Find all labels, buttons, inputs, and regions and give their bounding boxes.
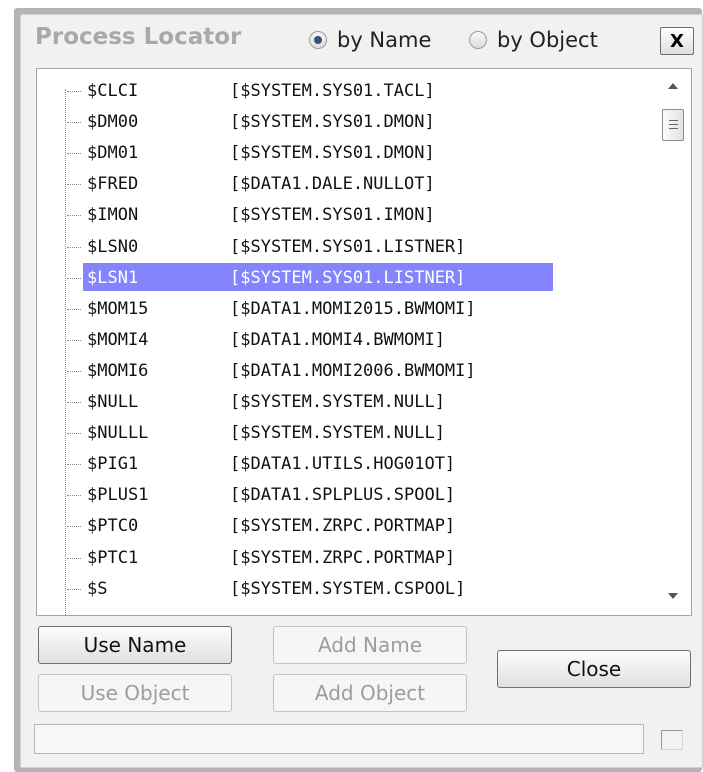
process-name: $PIG1	[87, 454, 139, 475]
list-item[interactable]: $CLCI [$SYSTEM.SYS01.TACL]	[37, 76, 657, 106]
list-item[interactable]: $PTC1 [$SYSTEM.ZRPC.PORTMAP]	[37, 543, 657, 573]
tree-connector	[67, 308, 81, 310]
process-name: $NULL	[87, 392, 139, 412]
process-path: [$SYSTEM.SYS01.LISTNER]	[230, 267, 466, 288]
list-item[interactable]: $PTC0 [$SYSTEM.ZRPC.PORTMAP]	[37, 511, 657, 541]
process-path: [$SYSTEM.SYS01.LISTNER]	[230, 236, 466, 257]
list-item[interactable]: $IMON [$SYSTEM.SYS01.IMON]	[37, 200, 657, 230]
radio-by-name[interactable]: by Name	[309, 28, 431, 52]
list-item[interactable]: $PLUS1 [$DATA1.SPLPLUS.SPOOL]	[37, 480, 657, 510]
process-name: $CLCI	[87, 81, 139, 101]
tree-connector	[67, 91, 81, 92]
scroll-thumb[interactable]	[662, 109, 684, 141]
list-item[interactable]: $DM00 [$SYSTEM.SYS01.DMON]	[37, 107, 657, 137]
tree-connector	[67, 495, 81, 497]
process-name: $PLUS1	[87, 485, 149, 506]
vertical-scrollbar[interactable]	[657, 69, 691, 615]
process-path: [$DATA1.UTILS.HOG01OT]	[230, 454, 456, 475]
resize-grip-icon[interactable]	[661, 730, 683, 750]
process-name: $MOMI4	[87, 329, 149, 350]
radio-unselected-icon[interactable]	[469, 31, 487, 49]
add-name-button[interactable]: Add Name	[273, 626, 467, 664]
process-path: [$DATA1.MOMI2006.BWMOMI]	[230, 360, 476, 381]
status-bar	[34, 724, 644, 754]
tree-connector	[67, 557, 81, 559]
tree-connector	[67, 184, 81, 186]
process-name: $DM00	[87, 112, 139, 133]
process-path: [$SYSTEM.ZRPC.PORTMAP]	[230, 516, 456, 537]
process-path: [$SYSTEM.SYS01.IMON]	[230, 205, 435, 226]
process-name: $LSN1	[87, 267, 139, 288]
list-item[interactable]: $LSN1 [$SYSTEM.SYS01.LISTNER]	[37, 262, 657, 293]
process-path: [$SYSTEM.SYS01.DMON]	[230, 112, 435, 133]
radio-by-object-label: by Object	[497, 28, 598, 52]
close-button[interactable]: Close	[497, 650, 691, 688]
process-name: $LSN0	[87, 236, 139, 257]
list-item[interactable]: $MOMI4 [$DATA1.MOMI4.BWMOMI]	[37, 325, 657, 355]
tree-connector	[67, 588, 81, 590]
process-name: $NULLL	[87, 423, 149, 444]
process-path: [$DATA1.MOMI4.BWMOMI]	[230, 329, 445, 350]
use-object-button[interactable]: Use Object	[38, 674, 232, 712]
process-path: [$DATA1.DALE.NULLOT]	[230, 174, 435, 195]
process-name: $DM01	[87, 143, 139, 164]
radio-by-name-label: by Name	[337, 28, 432, 52]
process-name: $MOM15	[87, 298, 149, 319]
process-path: [$DATA1.SPLPLUS.SPOOL]	[230, 485, 456, 506]
scroll-down-arrow-icon[interactable]	[668, 593, 678, 599]
process-path: [$SYSTEM.SYS01.TACL]	[230, 81, 435, 101]
close-x-button[interactable]: X	[660, 27, 694, 55]
process-name: $IMON	[87, 205, 139, 226]
process-name: $PTC0	[87, 516, 139, 537]
tree-connector	[67, 153, 81, 155]
process-path: [$SYSTEM.SYSTEM.CSPOOL]	[230, 578, 466, 599]
process-name: $MOMI6	[87, 360, 149, 381]
list-item[interactable]: $MOM15 [$DATA1.MOMI2015.BWMOMI]	[37, 294, 657, 324]
tree-connector	[67, 122, 81, 124]
process-path: [$SYSTEM.SYSTEM.NULL]	[230, 423, 445, 444]
process-name: $FRED	[87, 174, 139, 195]
list-item[interactable]: $FRED [$DATA1.DALE.NULLOT]	[37, 169, 657, 199]
tree-connector	[67, 402, 81, 403]
scroll-up-arrow-icon[interactable]	[668, 83, 678, 89]
process-path: [$SYSTEM.SYS01.DMON]	[230, 143, 435, 164]
tree-connector	[67, 433, 81, 435]
process-name: $PTC1	[87, 547, 139, 568]
dialog-title: Process Locator	[35, 24, 242, 50]
process-path: [$DATA1.MOMI2015.BWMOMI]	[230, 298, 476, 319]
process-path: [$SYSTEM.ZRPC.PORTMAP]	[230, 547, 456, 568]
list-item[interactable]: $MOMI6 [$DATA1.MOMI2006.BWMOMI]	[37, 356, 657, 386]
list-item[interactable]: $LSN0 [$SYSTEM.SYS01.LISTNER]	[37, 232, 657, 262]
list-item[interactable]: $PIG1 [$DATA1.UTILS.HOG01OT]	[37, 449, 657, 479]
use-name-button[interactable]: Use Name	[38, 626, 232, 664]
process-list[interactable]: $CLCI [$SYSTEM.SYS01.TACL] $DM00 [$SYSTEM.S…	[36, 68, 692, 616]
grip-line	[669, 120, 678, 121]
process-path: [$SYSTEM.SYSTEM.NULL]	[230, 392, 445, 412]
radio-selected-icon[interactable]	[309, 31, 327, 49]
tree-connector	[67, 246, 81, 248]
radio-by-object[interactable]: by Object	[469, 28, 598, 52]
tree-connector	[67, 464, 81, 466]
process-name: $S	[87, 578, 108, 599]
grip-line	[669, 128, 678, 129]
tree-connector	[67, 339, 81, 341]
list-item[interactable]: $NULLL [$SYSTEM.SYSTEM.NULL]	[37, 418, 657, 448]
list-item[interactable]: $DM01 [$SYSTEM.SYS01.DMON]	[37, 138, 657, 168]
grip-line	[669, 124, 678, 125]
list-item[interactable]: $S [$SYSTEM.SYSTEM.CSPOOL]	[37, 574, 657, 604]
tree-connector	[67, 526, 81, 528]
tree-connector	[67, 277, 81, 279]
list-item[interactable]: $NULL [$SYSTEM.SYSTEM.NULL]	[37, 387, 657, 417]
add-object-button[interactable]: Add Object	[273, 674, 467, 712]
tree-connector	[67, 370, 81, 372]
tree-connector	[67, 215, 81, 217]
